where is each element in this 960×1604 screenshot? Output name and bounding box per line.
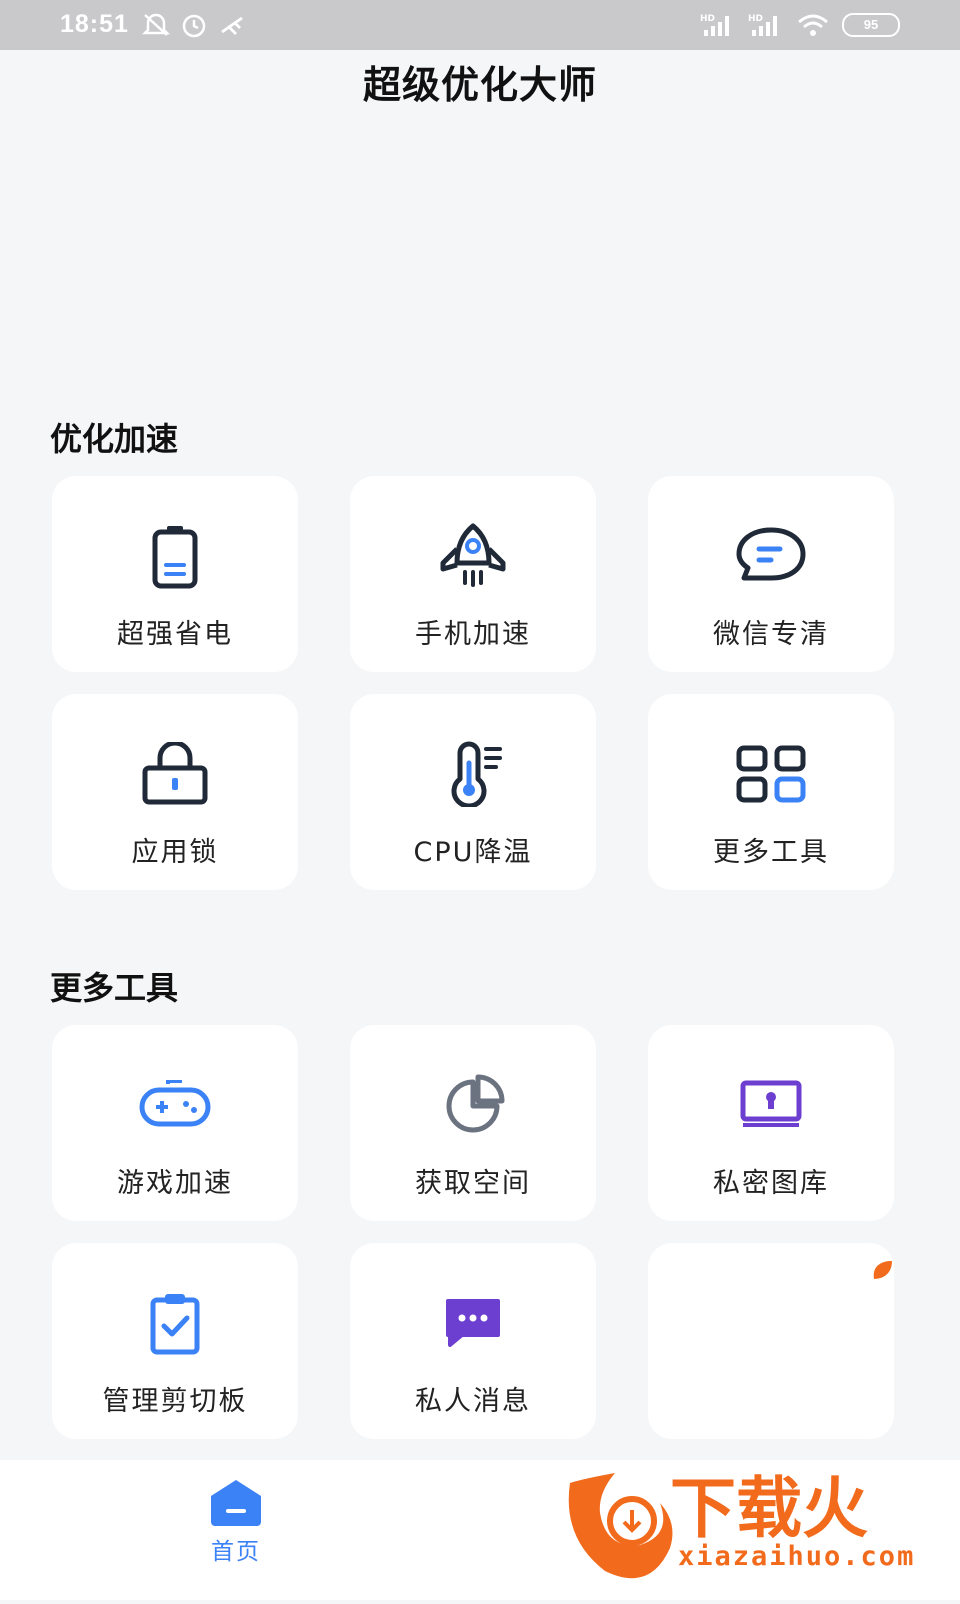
card-label: 私密图库 [713,1168,829,1199]
card-label: 超强省电 [117,619,233,650]
app-title: 超级优化大师 [362,63,597,107]
gamepad-icon [137,1067,213,1143]
card-game-boost[interactable]: 游戏加速 [52,1025,298,1221]
signal-hd-1-icon: HD [700,14,729,36]
leaf-icon [873,1261,892,1279]
rocket-icon [435,518,511,594]
alarm-icon [182,14,206,38]
watermark-url: xiazaihuo.com [678,1541,915,1572]
status-time: 18:51 [60,10,129,38]
battery-indicator: 95 [842,13,900,37]
battery-icon [137,518,213,594]
watermark-logo: 下载火 xiazaihuo.com [560,1443,960,1600]
section-title-optimize: 优化加速 [50,420,179,458]
card-private-messages[interactable]: 私人消息 [350,1243,596,1439]
section-title-more-tools: 更多工具 [50,969,179,1007]
thermometer-icon [435,736,511,812]
card-label: 私人消息 [415,1386,531,1417]
chat-bubble-icon [733,518,809,594]
watermark-text: 下载火 [670,1470,868,1547]
card-label: 更多工具 [713,837,829,868]
card-power-saving[interactable]: 超强省电 [52,476,298,672]
status-bar: 18:51 HD HD 95 [0,0,960,50]
message-icon [435,1285,511,1361]
usb-icon [221,16,243,35]
mute-icon [142,13,170,36]
card-label: 获取空间 [415,1168,531,1199]
private-gallery-icon [733,1067,809,1143]
card-cpu-cool[interactable]: CPU降温 [350,694,596,890]
home-icon [211,1480,261,1526]
card-app-lock[interactable]: 应用锁 [52,694,298,890]
card-empty[interactable] [648,1243,894,1439]
signal-hd-2-icon: HD [748,14,777,36]
nav-home-tab[interactable]: 首页 [204,1478,268,1566]
status-left-icons [142,12,246,38]
lock-icon [137,736,213,812]
card-label: 微信专清 [713,619,829,650]
card-label: 手机加速 [415,619,531,650]
card-more-tools[interactable]: 更多工具 [648,694,894,890]
pie-chart-icon [435,1067,511,1143]
more-tools-grid: 游戏加速 获取空间 私密图库 管理剪切板 私人消息 [52,1025,908,1439]
nav-home-label: 首页 [211,1539,261,1565]
wifi-icon [798,14,828,36]
card-get-space[interactable]: 获取空间 [350,1025,596,1221]
card-wechat-clean[interactable]: 微信专清 [648,476,894,672]
svg-text:HD: HD [700,14,715,24]
card-label: 游戏加速 [117,1168,233,1199]
card-clipboard-manager[interactable]: 管理剪切板 [52,1243,298,1439]
clipboard-icon [137,1285,213,1361]
card-phone-boost[interactable]: 手机加速 [350,476,596,672]
card-label: 管理剪切板 [102,1386,248,1417]
status-right-icons: HD HD 95 [700,12,900,38]
card-label: CPU降温 [413,837,533,868]
grid-icon [733,736,809,812]
card-label: 应用锁 [131,837,219,868]
svg-text:HD: HD [748,14,763,24]
optimize-grid: 超强省电 手机加速 微信专清 应用锁 CPU降温 更多工具 [52,476,908,890]
card-private-gallery[interactable]: 私密图库 [648,1025,894,1221]
